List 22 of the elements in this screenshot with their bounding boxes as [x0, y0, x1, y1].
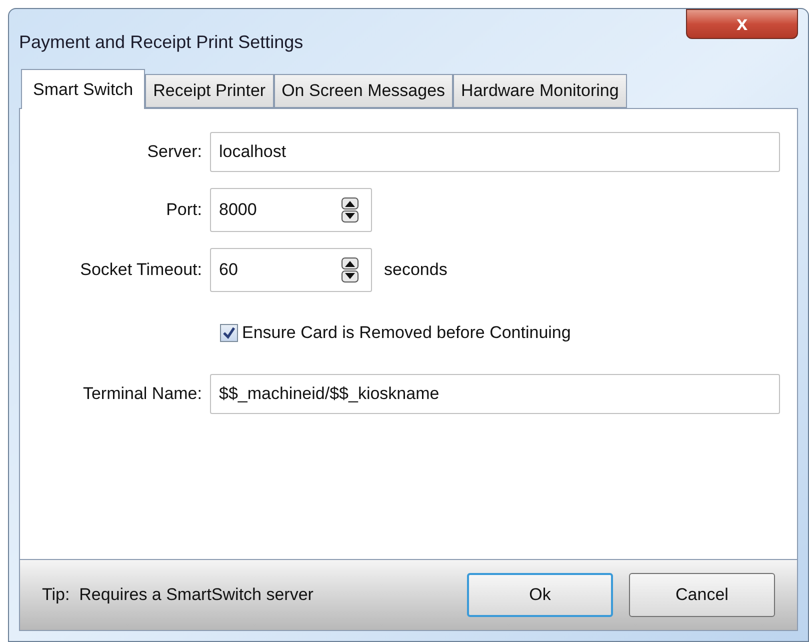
window-title: Payment and Receipt Print Settings: [19, 31, 304, 54]
number-field[interactable]: 8000: [210, 188, 372, 232]
spinner-icon[interactable]: [341, 257, 359, 283]
tab[interactable]: Hardware Monitoring: [453, 74, 627, 108]
field-label: Socket Timeout:: [79, 259, 203, 282]
unit-label: seconds: [384, 259, 448, 282]
checkbox[interactable]: [220, 324, 238, 342]
number-field[interactable]: 60: [210, 248, 372, 292]
field-label: Server:: [146, 141, 203, 164]
spinner-icon[interactable]: [341, 197, 359, 223]
close-button[interactable]: x: [686, 9, 798, 39]
tab[interactable]: Smart Switch: [21, 69, 146, 109]
tab[interactable]: On Screen Messages: [274, 74, 454, 108]
text-field[interactable]: $$_machineid/$$_kioskname: [210, 374, 780, 414]
dialog-button[interactable]: Cancel: [629, 573, 775, 617]
field-label: Terminal Name:: [82, 382, 203, 405]
dialog-button[interactable]: Ok: [467, 573, 613, 617]
field-label: Port:: [165, 199, 203, 222]
tab[interactable]: Receipt Printer: [145, 74, 274, 108]
tip-text: Tip: Requires a SmartSwitch server: [42, 584, 314, 606]
text-field[interactable]: localhost: [210, 132, 780, 172]
checkbox-label: Ensure Card is Removed before Continuing: [242, 322, 571, 344]
